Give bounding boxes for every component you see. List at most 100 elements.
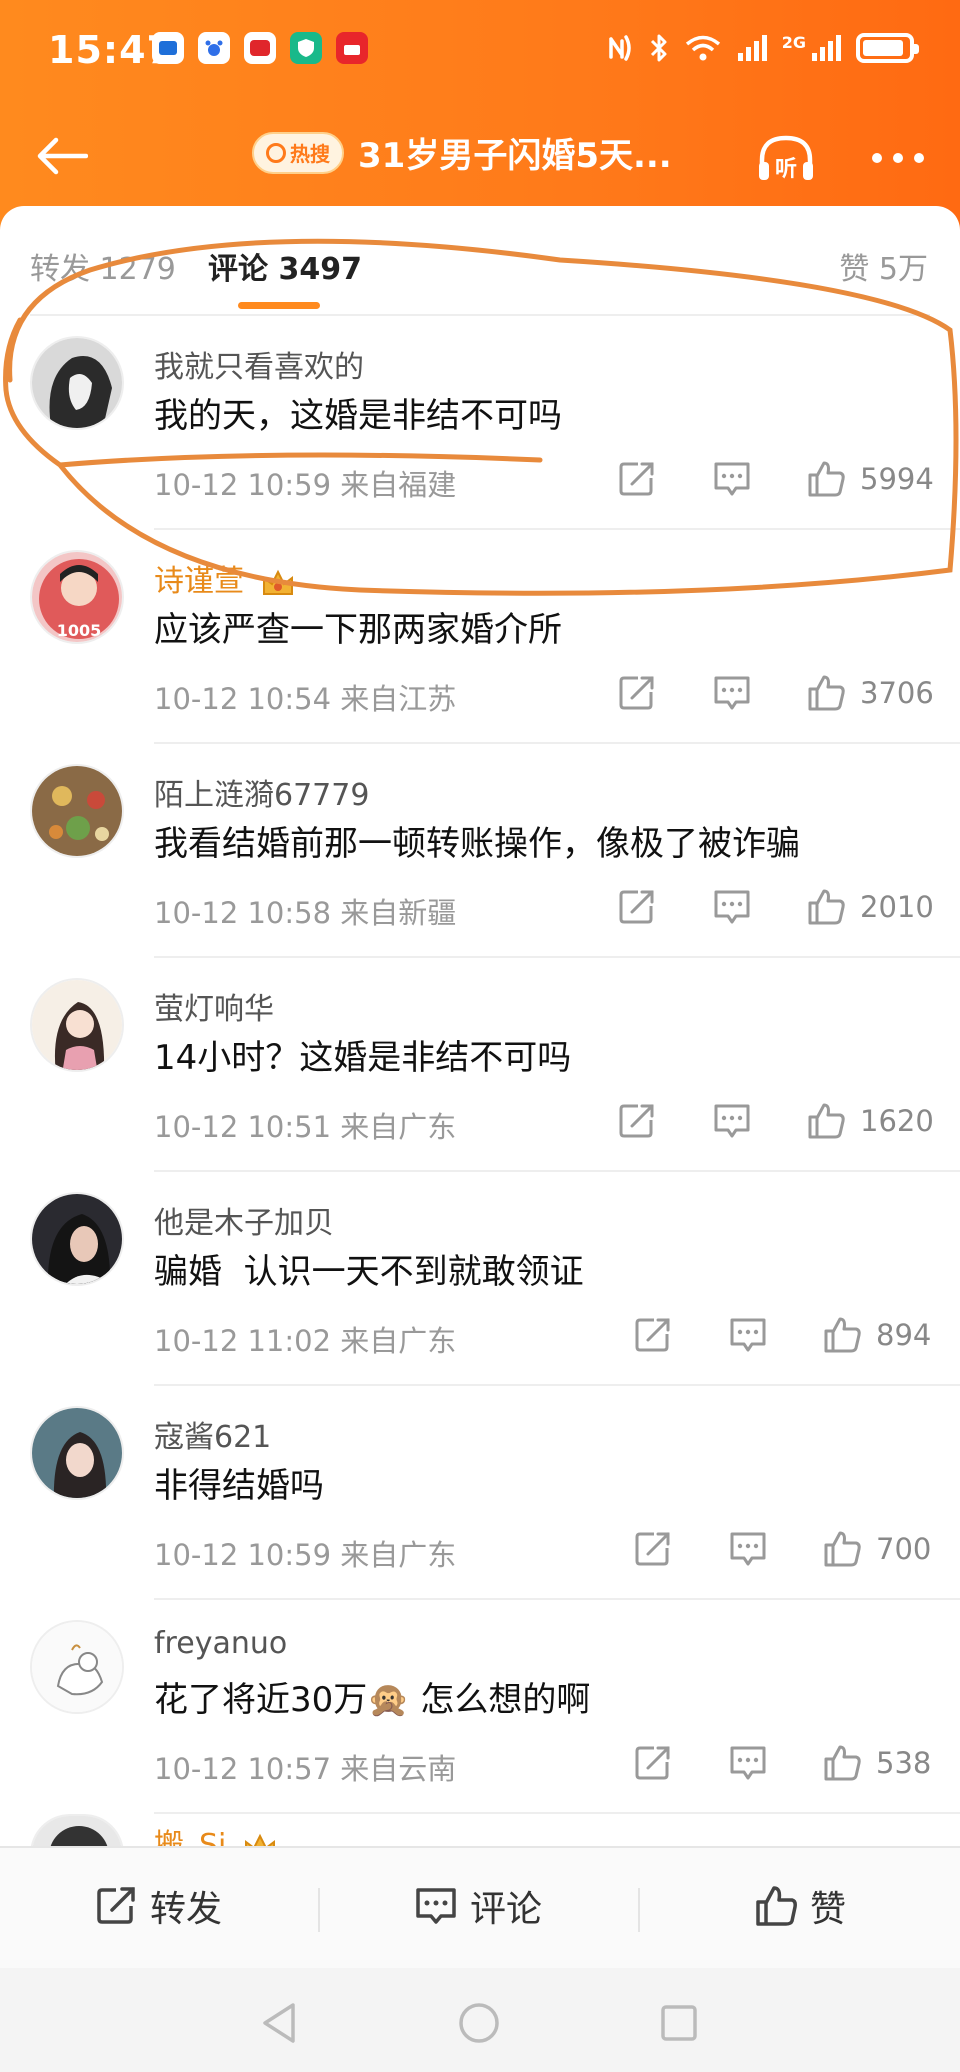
- reply-button[interactable]: [712, 454, 752, 504]
- comment-username[interactable]: 搬_Si: [154, 1820, 278, 1846]
- avatar[interactable]: [30, 1406, 124, 1500]
- repost-icon: [619, 462, 654, 496]
- repost-icon: [619, 1104, 654, 1138]
- more-dots-icon: [872, 153, 924, 163]
- repost-button[interactable]: [618, 668, 656, 718]
- like-button[interactable]: 538: [822, 1738, 931, 1788]
- comment-list: 我就只看喜欢的 我的天，这婚是非结不可吗 10-12 10:59 来自福建 59…: [0, 316, 960, 1846]
- comment-label: 评论: [470, 1889, 543, 1930]
- listen-button[interactable]: 听: [754, 126, 818, 190]
- avatar[interactable]: [30, 764, 124, 858]
- nav-home-button[interactable]: [454, 1998, 504, 2048]
- like-button[interactable]: 894: [822, 1310, 931, 1360]
- comments-card: 转发 1279 评论 3497 赞 5万 我就只看喜欢的 我的天，这婚是非结不可…: [0, 206, 960, 1846]
- comment-location: 来自江苏: [340, 682, 457, 716]
- like-count: 1620: [860, 1104, 934, 1138]
- repost-action[interactable]: 转发: [94, 1880, 222, 1932]
- avatar[interactable]: [30, 336, 124, 430]
- search-icon: [266, 142, 286, 163]
- comment-text: 骗婚 认识一天不到就敢领证: [154, 1252, 584, 1292]
- repost-button[interactable]: [634, 1738, 672, 1788]
- repost-icon: [97, 1887, 135, 1924]
- circle-home-icon: [459, 2003, 499, 2043]
- comment-time: 10-12 10:59: [154, 1538, 332, 1572]
- repost-icon: [619, 676, 654, 710]
- avatar[interactable]: [30, 1620, 124, 1714]
- repost-button[interactable]: [618, 454, 656, 504]
- svg-text:1005: 1005: [57, 621, 102, 640]
- comment-icon: [730, 1746, 766, 1780]
- comment-action[interactable]: 评论: [414, 1880, 542, 1932]
- reply-button[interactable]: [728, 1524, 768, 1574]
- back-button[interactable]: [30, 124, 94, 188]
- like-action[interactable]: 赞: [754, 1880, 846, 1932]
- comment-icon: [714, 890, 750, 924]
- comment-item: 1005 诗谨萱 应该严查一下那两家婚介所 10-12 10:54 来自江苏 3…: [0, 530, 960, 744]
- comment-username[interactable]: 他是木子加贝: [154, 1198, 334, 1242]
- repost-button[interactable]: [634, 1310, 672, 1360]
- comment-location: 来自广东: [340, 1110, 457, 1144]
- tab-like[interactable]: 赞 5万: [839, 244, 928, 288]
- comment-text: 我看结婚前那一顿转账操作，像极了被诈骗: [154, 824, 800, 864]
- comment-item: 他是木子加贝 骗婚 认识一天不到就敢领证 10-12 11:02 来自广东 89…: [0, 1172, 960, 1386]
- comment-username[interactable]: freyanuo: [154, 1626, 287, 1661]
- comment-icon: [730, 1318, 766, 1352]
- comment-username[interactable]: 诗谨萱: [154, 556, 296, 600]
- like-button[interactable]: 3706: [806, 668, 934, 718]
- battery-icon: [856, 33, 919, 63]
- comment-username[interactable]: 寇酱621: [154, 1412, 271, 1456]
- avatar[interactable]: [30, 1814, 124, 1846]
- avatar[interactable]: [30, 978, 124, 1072]
- reply-button[interactable]: [712, 882, 752, 932]
- comment-username[interactable]: 萤灯响华: [154, 984, 274, 1028]
- hot-search-badge[interactable]: 热搜: [252, 131, 344, 174]
- comment-meta: 10-12 10:57 来自云南: [154, 1746, 456, 1788]
- nav-bar: 热搜 31岁男子闪婚5天... 听: [0, 110, 960, 200]
- like-button[interactable]: 700: [822, 1524, 931, 1574]
- network-label: 2G: [781, 32, 806, 52]
- tab-comment[interactable]: 评论 3497: [208, 244, 362, 288]
- more-button[interactable]: [866, 126, 930, 190]
- repost-icon: [635, 1746, 670, 1780]
- wifi-icon: [685, 35, 720, 61]
- reply-button[interactable]: [728, 1310, 768, 1360]
- comment-time: 10-12 10:58: [154, 896, 332, 930]
- square-recents-icon: [661, 2005, 697, 2041]
- reply-button[interactable]: [712, 1096, 752, 1146]
- comment-username[interactable]: 陌上涟漪67779: [154, 770, 369, 814]
- thumbs-up-icon: [824, 1317, 861, 1353]
- comment-location: 来自广东: [340, 1324, 457, 1358]
- comment-meta: 10-12 10:58 来自新疆: [154, 890, 456, 932]
- avatar[interactable]: [30, 1192, 124, 1286]
- title-area[interactable]: 热搜 31岁男子闪婚5天...: [252, 128, 672, 177]
- baidu-icon: [198, 32, 230, 64]
- like-button[interactable]: 5994: [806, 454, 934, 504]
- thumbs-up-icon: [808, 675, 845, 711]
- avatar[interactable]: 1005: [30, 550, 124, 644]
- comment-meta: 10-12 10:54 来自江苏: [154, 676, 456, 718]
- tab-repost[interactable]: 转发 1279: [30, 244, 176, 288]
- comment-location: 来自广东: [340, 1538, 457, 1572]
- comment-item: 陌上涟漪67779 我看结婚前那一顿转账操作，像极了被诈骗 10-12 10:5…: [0, 744, 960, 958]
- repost-icon: [619, 890, 654, 924]
- comment-item: 萤灯响华 14小时？这婚是非结不可吗 10-12 10:51 来自广东 1620: [0, 958, 960, 1172]
- tabs: 转发 1279 评论 3497 赞 5万: [0, 206, 960, 316]
- like-count: 538: [876, 1746, 932, 1780]
- nav-recents-button[interactable]: [654, 1998, 704, 2048]
- like-button[interactable]: 1620: [806, 1096, 934, 1146]
- like-count: 2010: [860, 890, 934, 924]
- thumbs-up-icon: [756, 1886, 797, 1926]
- like-button[interactable]: 2010: [806, 882, 934, 932]
- reply-button[interactable]: [728, 1738, 768, 1788]
- repost-button[interactable]: [618, 1096, 656, 1146]
- tab-active-indicator: [238, 302, 320, 309]
- thumbs-up-icon: [824, 1531, 861, 1567]
- nav-back-button[interactable]: [254, 1998, 304, 2048]
- comment-username[interactable]: 我就只看喜欢的: [154, 342, 364, 386]
- system-icons: 2G: [606, 32, 919, 64]
- repost-button[interactable]: [634, 1524, 672, 1574]
- reply-button[interactable]: [712, 668, 752, 718]
- comment-icon: [714, 1104, 750, 1138]
- repost-button[interactable]: [618, 882, 656, 932]
- comment-item: 搬_Si: [0, 1814, 960, 1846]
